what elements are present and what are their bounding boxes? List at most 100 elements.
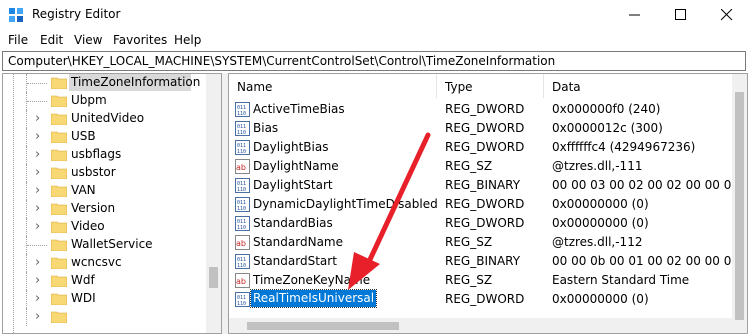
minimize-button[interactable] [612, 0, 658, 30]
scrollbar-thumb[interactable] [209, 267, 218, 288]
tree-item-version[interactable]: › Version [3, 200, 203, 218]
value-type: REG_DWORD [445, 121, 525, 135]
chevron-right-icon[interactable]: › [35, 129, 40, 145]
tree-item-wdi[interactable]: › WDI [3, 290, 203, 308]
address-bar[interactable]: Computer\HKEY_LOCAL_MACHINE\SYSTEM\Curre… [2, 51, 746, 71]
column-header-data[interactable]: Data [544, 74, 734, 98]
value-row[interactable]: ab TimeZoneKeyName REG_SZ Eastern Standard … [229, 271, 729, 290]
value-row[interactable]: 011 110 ActiveTimeBias REG_DWORD 0x000000f0 … [229, 100, 729, 119]
folder-icon [51, 275, 67, 287]
svg-text:110: 110 [237, 149, 246, 155]
value-name: StandardName [253, 235, 343, 249]
binary-value-icon: 011 110 [235, 140, 250, 155]
maximize-icon [675, 9, 686, 20]
menu-file[interactable]: File [8, 33, 28, 47]
address-path: Computer\HKEY_LOCAL_MACHINE\SYSTEM\Curre… [8, 54, 556, 68]
column-header-name[interactable]: Name [229, 74, 437, 98]
value-name: StandardStart [253, 254, 337, 268]
value-row[interactable]: 011 110 DynamicDaylightTimeDisabled REG_DWO… [229, 195, 729, 214]
menu-help[interactable]: Help [174, 33, 201, 47]
value-data: 0x00000000 (0) [552, 292, 649, 306]
value-type: REG_DWORD [445, 292, 525, 306]
value-row[interactable]: 011 110 DaylightBias REG_DWORD 0xffffffc4 (4… [229, 138, 729, 157]
tree-item-ubpm[interactable]: Ubpm [3, 92, 203, 110]
value-name: RealTimeIsUniversal [249, 289, 378, 308]
values-list-pane: Name Type Data 011 110 ActiveTimeBias REG_D… [228, 73, 748, 334]
tree-item-label: Video [71, 219, 105, 233]
value-data: 00 00 0b 00 01 00 02 00 00 00 00 00 [552, 254, 747, 268]
folder-icon [51, 293, 67, 305]
menu-favorites[interactable]: Favorites [113, 33, 167, 47]
chevron-right-icon[interactable]: › [35, 183, 40, 199]
tree-item-video[interactable]: › Video [3, 218, 203, 236]
folder-icon [51, 257, 67, 269]
svg-text:110: 110 [237, 130, 246, 136]
svg-text:110: 110 [237, 206, 246, 212]
tree-item-partial: › [3, 308, 203, 326]
value-data: Eastern Standard Time [552, 273, 690, 287]
tree-item-label: TimeZoneInformation [71, 75, 201, 89]
value-data: 0x00000000 (0) [552, 216, 649, 230]
tree-item-label: UnitedVideo [71, 111, 145, 125]
close-button[interactable] [704, 0, 750, 30]
value-data: 0xffffffc4 (4294967236) [552, 140, 696, 154]
chevron-right-icon[interactable]: › [35, 273, 40, 289]
binary-value-icon: 011 110 [235, 102, 250, 117]
tree-item-label: WDI [71, 291, 96, 305]
maximize-button[interactable] [658, 0, 704, 30]
svg-text:ab: ab [236, 163, 246, 172]
window-title: Registry Editor [32, 7, 121, 21]
value-row[interactable]: 011 110 Bias REG_DWORD 0x0000012c (300) [229, 119, 729, 138]
binary-value-icon: 011 110 [235, 121, 250, 136]
tree-item-label: WalletService [71, 237, 153, 251]
svg-text:ab: ab [236, 277, 246, 286]
value-type: REG_BINARY [445, 254, 521, 268]
chevron-right-icon[interactable]: › [35, 201, 40, 217]
chevron-right-icon[interactable]: › [35, 309, 40, 325]
svg-text:110: 110 [237, 263, 246, 269]
tree-item-van[interactable]: › VAN [3, 182, 203, 200]
tree-item-timezoneinformation[interactable]: TimeZoneInformation [3, 74, 203, 92]
value-row[interactable]: 011 110 DaylightStart REG_BINARY 00 00 03 00… [229, 176, 747, 195]
tree-item-walletservice[interactable]: WalletService [3, 236, 203, 254]
chevron-right-icon[interactable]: › [35, 255, 40, 271]
value-type: REG_SZ [445, 159, 493, 173]
value-row[interactable]: 011 110 StandardBias REG_DWORD 0x00000000 (0… [229, 214, 729, 233]
folder-icon [51, 77, 67, 89]
chevron-right-icon[interactable]: › [35, 291, 40, 307]
list-horizontal-scrollbar[interactable] [229, 318, 732, 333]
folder-icon [51, 167, 67, 179]
column-header-type[interactable]: Type [437, 74, 544, 98]
value-row[interactable]: 011 110 StandardStart REG_BINARY 00 00 0b 00… [229, 252, 747, 271]
value-row[interactable]: ab DaylightName REG_SZ @tzres.dll,-111 [229, 157, 729, 176]
scrollbar-thumb[interactable] [247, 322, 399, 330]
tree-item-label: Wdf [71, 273, 95, 287]
value-name: Bias [253, 121, 279, 135]
tree-item-wdf[interactable]: › Wdf [3, 272, 203, 290]
tree-item-usb[interactable]: › USB [3, 128, 203, 146]
folder-icon [51, 221, 67, 233]
menu-view[interactable]: View [74, 33, 102, 47]
chevron-right-icon[interactable]: › [35, 111, 40, 127]
tree-item-usbstor[interactable]: › usbstor [3, 164, 203, 182]
chevron-right-icon[interactable]: › [35, 147, 40, 163]
binary-value-icon: 011 110 [235, 197, 250, 212]
value-row[interactable]: ab StandardName REG_SZ @tzres.dll,-112 [229, 233, 729, 252]
tree-vertical-scrollbar[interactable] [206, 74, 221, 333]
tree-item-wcncsvc[interactable]: › wcncsvc [3, 254, 203, 272]
chevron-right-icon[interactable]: › [35, 165, 40, 181]
tree-item-usbflags[interactable]: › usbflags [3, 146, 203, 164]
value-type: REG_DWORD [445, 140, 525, 154]
tree-item-unitedvideo[interactable]: › UnitedVideo [3, 110, 203, 128]
list-vertical-scrollbar[interactable] [732, 74, 747, 333]
value-name: TimeZoneKeyName [253, 273, 371, 287]
title-bar: Registry Editor [0, 0, 750, 30]
value-row[interactable]: 011 110 RealTimeIsUniversal REG_DWORD 0x0000… [229, 289, 729, 309]
folder-icon [51, 239, 67, 251]
svg-text:110: 110 [237, 225, 246, 231]
menu-bar: File Edit View Favorites Help [0, 30, 750, 50]
tree-item-label: Version [71, 201, 116, 215]
menu-edit[interactable]: Edit [40, 33, 63, 47]
chevron-right-icon[interactable]: › [35, 219, 40, 235]
scrollbar-thumb[interactable] [735, 92, 744, 320]
